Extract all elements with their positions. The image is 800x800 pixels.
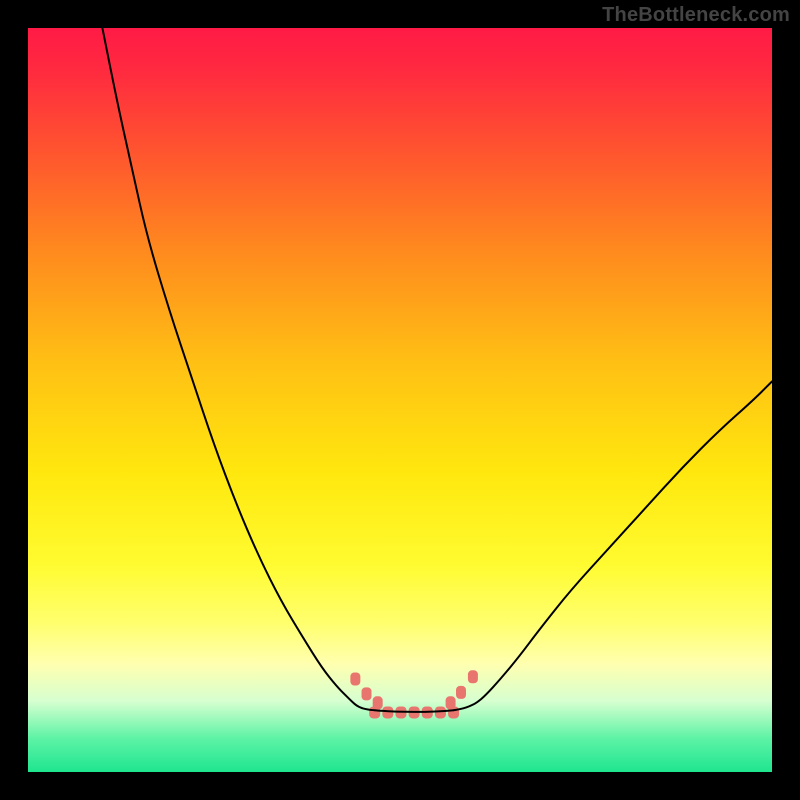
- left-marker: [362, 687, 372, 700]
- plot-area: [28, 28, 772, 772]
- watermark-text: TheBottleneck.com: [602, 4, 790, 27]
- left-marker: [350, 673, 360, 686]
- floor-marker: [435, 706, 446, 718]
- floor-marker: [382, 706, 393, 718]
- chart-svg: [28, 28, 772, 772]
- right-marker: [456, 686, 466, 699]
- chart-frame: TheBottleneck.com: [0, 0, 800, 800]
- gradient-background: [28, 28, 772, 772]
- right-marker: [446, 696, 456, 709]
- left-marker: [373, 696, 383, 709]
- right-marker: [468, 670, 478, 683]
